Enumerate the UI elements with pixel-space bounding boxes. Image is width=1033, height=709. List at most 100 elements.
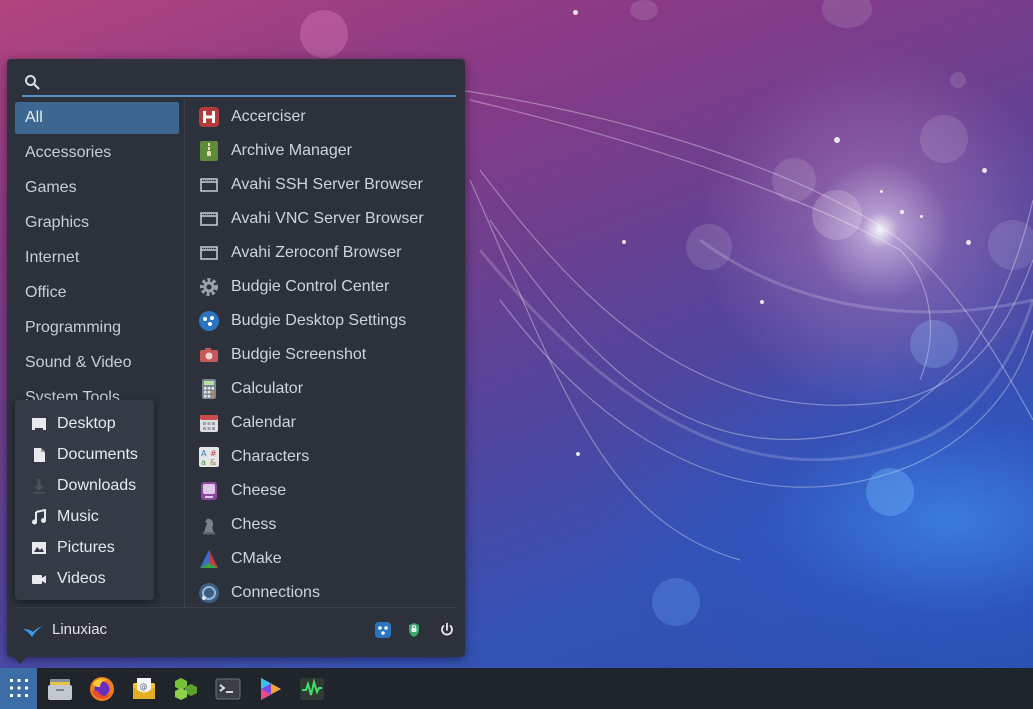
svg-text:A: A	[201, 449, 207, 458]
app-label: Chess	[231, 516, 277, 533]
app-item-budgie-desktop-settings[interactable]: Budgie Desktop Settings	[196, 304, 461, 338]
network-window-icon	[200, 212, 218, 226]
app-launcher-button[interactable]	[0, 668, 37, 709]
bokeh	[866, 468, 914, 516]
power-icon[interactable]	[438, 621, 456, 639]
files-icon[interactable]	[46, 675, 74, 703]
document-icon	[34, 447, 45, 462]
app-item-budgie-screenshot[interactable]: Budgie Screenshot	[196, 338, 461, 372]
calendar-icon	[200, 415, 218, 432]
app-item-avahi-zeroconf[interactable]: Avahi Zeroconf Browser	[196, 236, 461, 270]
sparkle	[966, 240, 971, 245]
app-item-accerciser[interactable]: Accerciser	[196, 100, 461, 134]
mail-icon[interactable]: @	[130, 675, 158, 703]
category-games[interactable]: Games	[15, 172, 179, 204]
download-icon	[33, 478, 45, 493]
category-sound-video[interactable]: Sound & Video	[15, 347, 179, 379]
taskbar-panel: @	[0, 668, 1033, 709]
packages-icon[interactable]	[172, 675, 200, 703]
search-input[interactable]	[48, 71, 448, 93]
music-icon	[32, 508, 46, 524]
terminal-icon[interactable]	[214, 675, 242, 703]
place-desktop[interactable]: Desktop	[15, 408, 154, 439]
category-internet[interactable]: Internet	[15, 242, 179, 274]
app-label: Avahi Zeroconf Browser	[231, 244, 402, 261]
network-window-icon	[200, 246, 218, 260]
app-label: Calendar	[231, 414, 296, 431]
sparkle	[576, 452, 580, 456]
app-label: Accerciser	[231, 108, 306, 125]
budgie-bird-icon	[23, 626, 43, 637]
category-programming[interactable]: Programming	[15, 312, 179, 344]
camera-icon	[200, 348, 218, 362]
category-system-tools[interactable]: System Tools	[25, 389, 120, 400]
bokeh	[812, 190, 862, 240]
place-pictures[interactable]: Pictures	[15, 532, 154, 563]
place-label: Music	[57, 507, 99, 525]
places-popup: Desktop Documents Downloads Music Pictur…	[15, 400, 154, 600]
app-item-characters[interactable]: A # a & Characters	[196, 440, 461, 474]
place-music[interactable]: Music	[15, 501, 154, 532]
app-label: Archive Manager	[231, 142, 352, 159]
connections-icon	[199, 583, 219, 603]
app-label: Budgie Screenshot	[231, 346, 367, 363]
place-videos[interactable]: Videos	[15, 563, 154, 594]
desktop-icon	[32, 417, 46, 430]
calculator-icon	[202, 379, 216, 399]
category-accessories[interactable]: Accessories	[15, 137, 179, 169]
user-name[interactable]: Linuxiac	[52, 621, 107, 638]
app-label: Calculator	[231, 380, 304, 397]
grid-icon	[10, 679, 28, 697]
app-item-cmake[interactable]: CMake	[196, 542, 461, 576]
lock-icon[interactable]	[405, 621, 423, 639]
app-item-calendar[interactable]: Calendar	[196, 406, 461, 440]
app-list: Accerciser Archive Manager Avahi SSH Ser…	[196, 100, 461, 610]
category-list: All Accessories Games Graphics Internet …	[15, 102, 179, 382]
app-item-cheese[interactable]: Cheese	[196, 474, 461, 508]
app-item-calculator[interactable]: Calculator	[196, 372, 461, 406]
media-player-icon[interactable]	[256, 675, 284, 703]
cheese-icon	[201, 482, 217, 500]
svg-text:a: a	[201, 458, 206, 467]
bokeh	[772, 158, 816, 202]
characters-icon: A # a &	[199, 447, 219, 467]
budgie-settings-icon	[199, 311, 219, 331]
sparkle	[834, 137, 840, 143]
category-all[interactable]: All	[15, 102, 179, 134]
sparkle	[760, 300, 764, 304]
app-item-chess[interactable]: Chess	[196, 508, 461, 542]
archive-manager-icon	[200, 141, 218, 161]
place-documents[interactable]: Documents	[15, 439, 154, 470]
budgie-settings-icon[interactable]	[374, 621, 392, 639]
menu-pointer	[13, 657, 27, 664]
system-monitor-icon[interactable]	[298, 675, 326, 703]
svg-text:@: @	[140, 682, 148, 691]
sparkle	[900, 210, 904, 214]
sparkle	[982, 168, 987, 173]
app-item-connections[interactable]: Connections	[196, 576, 461, 610]
menu-divider	[184, 99, 185, 607]
svg-text:&: &	[210, 458, 216, 467]
app-label: Cheese	[231, 482, 287, 499]
app-label: Characters	[231, 448, 310, 465]
app-item-avahi-vnc[interactable]: Avahi VNC Server Browser	[196, 202, 461, 236]
bokeh	[686, 224, 732, 270]
place-label: Desktop	[57, 414, 116, 432]
user-bar: Linuxiac	[22, 619, 456, 643]
bokeh	[950, 72, 966, 88]
app-item-archive-manager[interactable]: Archive Manager	[196, 134, 461, 168]
bokeh	[920, 115, 968, 163]
bokeh	[652, 578, 700, 626]
chess-icon	[203, 518, 215, 535]
app-label: Avahi VNC Server Browser	[231, 210, 424, 227]
firefox-icon[interactable]	[88, 675, 116, 703]
sparkle	[880, 190, 883, 193]
place-downloads[interactable]: Downloads	[15, 470, 154, 501]
category-graphics[interactable]: Graphics	[15, 207, 179, 239]
app-label: Budgie Control Center	[231, 278, 390, 295]
cmake-icon	[200, 550, 218, 568]
category-office[interactable]: Office	[15, 277, 179, 309]
sparkle	[920, 215, 923, 218]
app-item-avahi-ssh[interactable]: Avahi SSH Server Browser	[196, 168, 461, 202]
app-item-budgie-control-center[interactable]: Budgie Control Center	[196, 270, 461, 304]
